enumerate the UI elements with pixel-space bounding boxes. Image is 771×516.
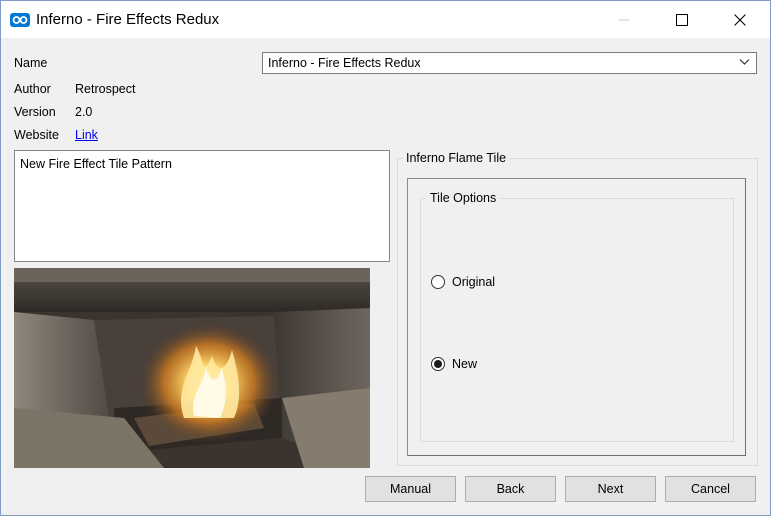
description-box[interactable]: New Fire Effect Tile Pattern <box>14 150 390 262</box>
chevron-down-icon <box>739 59 750 65</box>
close-icon <box>734 13 746 26</box>
app-icon <box>10 13 30 27</box>
name-dropdown-value: Inferno - Fire Effects Redux <box>268 56 421 70</box>
tile-options-group <box>420 198 734 442</box>
preview-image <box>14 268 370 468</box>
version-value: 2.0 <box>75 105 93 119</box>
maximize-icon <box>676 13 688 26</box>
name-label: Name <box>14 56 48 70</box>
radio-new[interactable] <box>431 357 445 371</box>
author-value: Retrospect <box>75 82 136 96</box>
radio-selected-dot <box>434 360 442 368</box>
installer-window: Inferno - Fire Effects Redux Name Infern… <box>0 0 771 516</box>
window-title: Inferno - Fire Effects Redux <box>36 11 220 28</box>
minimize-icon <box>619 19 629 20</box>
version-label: Version <box>14 105 56 119</box>
description-text: New Fire Effect Tile Pattern <box>20 157 172 171</box>
option-original-label: Original <box>452 275 496 289</box>
option-original[interactable]: Original <box>431 275 495 289</box>
option-new-label: New <box>452 357 478 371</box>
back-button[interactable]: Back <box>465 476 556 502</box>
website-label: Website <box>14 128 59 142</box>
cancel-button[interactable]: Cancel <box>665 476 756 502</box>
minimize-button[interactable] <box>601 1 647 38</box>
next-button[interactable]: Next <box>565 476 656 502</box>
manual-button[interactable]: Manual <box>365 476 456 502</box>
close-button[interactable] <box>717 1 763 38</box>
website-link[interactable]: Link <box>75 128 98 142</box>
maximize-button[interactable] <box>659 1 705 38</box>
author-label: Author <box>14 82 51 96</box>
tile-options-group-title: Tile Options <box>426 191 501 205</box>
option-new[interactable]: New <box>431 357 477 371</box>
radio-original[interactable] <box>431 275 445 289</box>
name-dropdown[interactable]: Inferno - Fire Effects Redux <box>262 52 757 74</box>
title-bar[interactable]: Inferno - Fire Effects Redux <box>1 1 770 38</box>
flame-tile-group-title: Inferno Flame Tile <box>403 151 510 165</box>
